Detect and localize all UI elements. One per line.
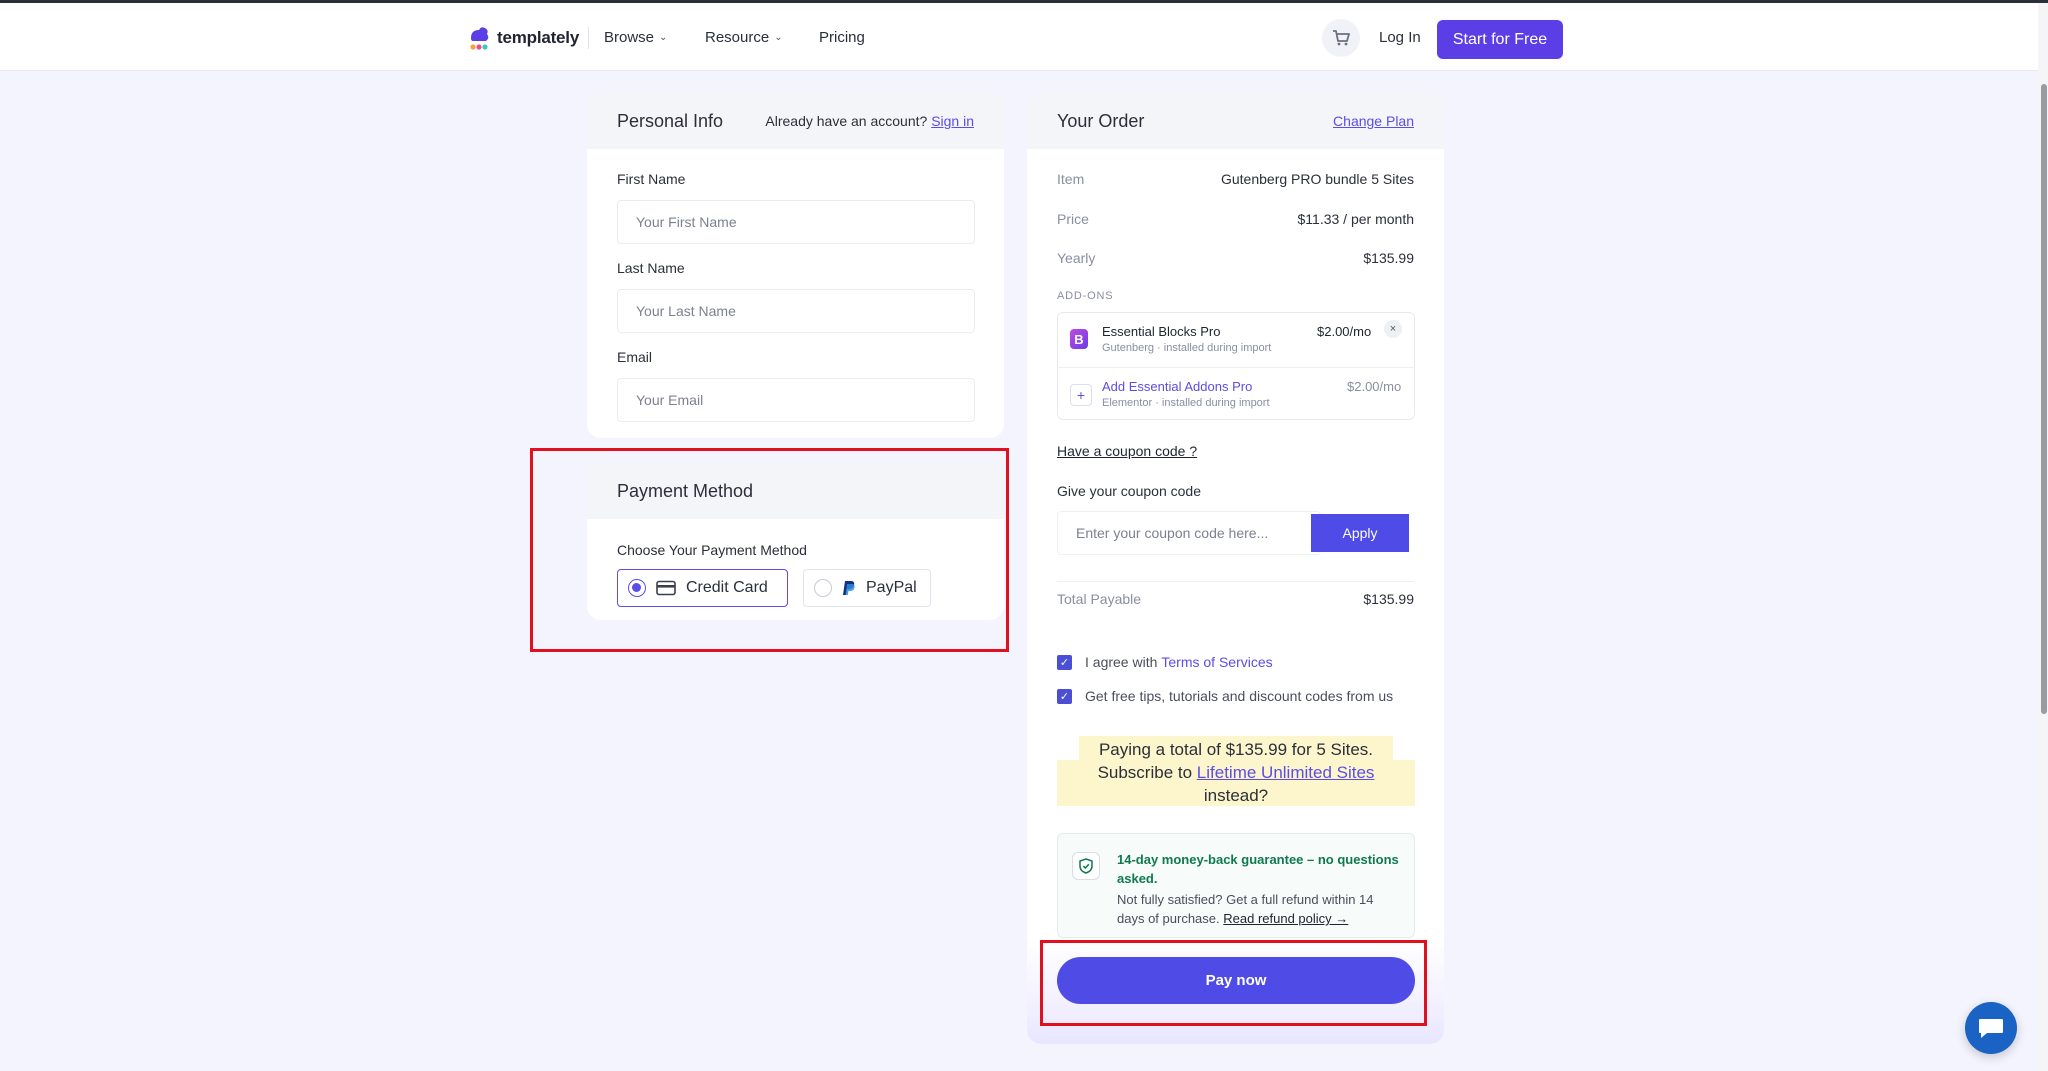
nav-resource-label: Resource [705,29,770,46]
total-payable-key: Total Payable [1057,591,1142,607]
guarantee-title: 14-day money-back guarantee – no questio… [1117,852,1399,886]
addon-price: $2.00/mo [1317,324,1372,339]
upsell-suffix: instead? [1203,786,1269,805]
chevron-down-icon: ⌄ [774,32,783,43]
terms-text: I agree with [1085,654,1158,670]
addon-subtitle: Elementor · installed during import [1102,397,1270,409]
upsell-line1: Paying a total of $135.99 for 5 Sites. [1098,740,1374,759]
page-scrollbar-thumb[interactable] [2041,84,2047,714]
addon-price: $2.00/mo [1347,379,1402,394]
terms-agreement[interactable]: ✓ I agree with Terms of Services [1057,654,1273,670]
money-back-guarantee-box: 14-day money-back guarantee – no questio… [1057,833,1415,938]
addon-name: Essential Blocks Pro [1102,324,1221,339]
nav-pricing-label: Pricing [819,29,865,46]
brand-logo[interactable]: templately [467,24,579,52]
add-addon-plus-icon[interactable]: + [1070,384,1092,406]
payment-method-highlight-box [530,448,1009,652]
order-item-key: Item [1057,171,1085,187]
last-name-label: Last Name [617,260,685,276]
chat-support-button[interactable] [1965,1002,2017,1054]
nav-browse-label: Browse [604,29,655,46]
terms-of-services-link[interactable]: Terms of Services [1161,654,1272,670]
last-name-field[interactable] [617,289,975,333]
first-name-label: First Name [617,171,686,187]
chevron-down-icon: ⌄ [659,32,668,43]
order-item-row: Item Gutenberg PRO bundle 5 Sites [1057,171,1414,187]
addons-heading: ADD-ONS [1057,290,1114,302]
top-navbar: templately Browse ⌄ Resource ⌄ Pricing L… [0,3,2038,71]
divider [1057,581,1414,582]
change-plan-link[interactable]: Change Plan [1333,113,1414,129]
brand-name: templately [497,28,580,47]
upsell-message: Paying a total of $135.99 for 5 Sites. S… [1057,738,1415,807]
shield-check-icon [1072,852,1100,880]
remove-addon-close-icon[interactable]: × [1384,320,1402,338]
order-price-row: Price $11.33 / per month [1057,211,1414,227]
upsell-prefix: Subscribe to [1097,763,1193,782]
order-yearly-key: Yearly [1057,250,1096,266]
apply-coupon-button[interactable]: Apply [1311,514,1409,552]
account-prompt: Already have an account? Sign in [765,113,974,129]
essential-blocks-icon: B [1070,329,1088,349]
nav-resource[interactable]: Resource ⌄ [705,29,783,46]
personal-info-header: Personal Info Already have an account? S… [587,93,1004,149]
total-payable-row: Total Payable $135.99 [1057,591,1414,607]
nav-browse[interactable]: Browse ⌄ [604,29,667,46]
upsell-line2: Subscribe to Lifetime Unlimited Sites [1057,761,1415,784]
coupon-label: Give your coupon code [1057,483,1201,499]
addon-subtitle: Gutenberg · installed during import [1102,342,1272,354]
first-name-field[interactable] [617,200,975,244]
guarantee-body: Not fully satisfied? Get a full refund w… [1117,890,1402,928]
personal-info-title: Personal Info [617,110,724,131]
tips-subscription[interactable]: ✓ Get free tips, tutorials and discount … [1057,688,1393,704]
nav-pricing[interactable]: Pricing [819,29,865,46]
addon-add-link[interactable]: Add Essential Addons Pro [1102,379,1252,394]
personal-info-card: Personal Info Already have an account? S… [587,93,1004,438]
tips-checkbox[interactable]: ✓ [1057,688,1072,704]
your-order-card: Your Order Change Plan Item Gutenberg PR… [1027,93,1444,1044]
coupon-input[interactable] [1057,511,1321,555]
order-item-value: Gutenberg PRO bundle 5 Sites [1220,171,1414,187]
terms-checkbox[interactable]: ✓ [1057,654,1072,670]
email-label: Email [617,349,653,365]
cart-icon [1333,30,1350,46]
addon-essential-blocks: B Essential Blocks Pro Gutenberg · insta… [1058,313,1414,367]
nav-divider [588,27,589,49]
tips-text: Get free tips, tutorials and discount co… [1085,688,1394,704]
lifetime-unlimited-link[interactable]: Lifetime Unlimited Sites [1197,763,1375,782]
addon-essential-addons[interactable]: + Add Essential Addons Pro Elementor · i… [1058,367,1414,421]
account-prompt-text: Already have an account? [765,113,928,129]
sign-in-link[interactable]: Sign in [931,113,974,129]
templately-logo-icon [467,24,491,52]
chat-bubble-icon [1979,1019,2003,1038]
your-order-header: Your Order Change Plan [1027,93,1444,149]
order-price-key: Price [1057,211,1089,227]
start-for-free-button[interactable]: Start for Free [1437,20,1563,59]
your-order-title: Your Order [1057,110,1145,131]
refund-policy-link[interactable]: Read refund policy → [1223,911,1348,926]
login-link[interactable]: Log In [1379,29,1421,46]
coupon-toggle-link[interactable]: Have a coupon code ? [1057,443,1197,459]
order-yearly-value: $135.99 [1363,250,1414,266]
addons-box: B Essential Blocks Pro Gutenberg · insta… [1057,312,1415,420]
pay-now-highlight-box [1040,940,1427,1026]
order-yearly-row: Yearly $135.99 [1057,250,1414,266]
order-price-value: $11.33 / per month [1297,211,1414,227]
total-payable-value: $135.99 [1363,591,1414,607]
email-field[interactable] [617,378,975,422]
cart-button[interactable] [1322,19,1360,57]
